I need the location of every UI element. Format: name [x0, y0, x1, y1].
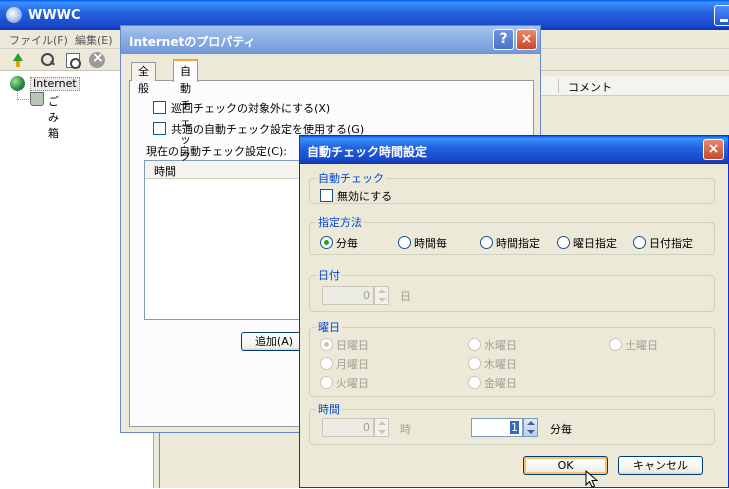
radio-friday-label[interactable]: 金曜日: [484, 375, 517, 391]
date-input[interactable]: 0: [322, 286, 374, 305]
radio-saturday[interactable]: [609, 338, 622, 351]
minimize-icon: [720, 19, 728, 22]
time-settings-title-bar[interactable]: 自動チェック時間設定 ×: [300, 136, 728, 164]
close-button[interactable]: ×: [516, 29, 537, 50]
exclude-checkbox-label[interactable]: 巡回チェックの対象外にする(X): [171, 100, 330, 116]
disable-checkbox[interactable]: [320, 189, 333, 202]
radio-every-hour-label[interactable]: 時間毎: [414, 235, 447, 251]
minute-spinner[interactable]: [523, 418, 538, 437]
pane-splitter[interactable]: [153, 430, 160, 488]
radio-wednesday-label[interactable]: 水曜日: [484, 337, 517, 353]
radio-saturday-label[interactable]: 土曜日: [625, 337, 658, 353]
up-arrow-icon[interactable]: [10, 52, 26, 68]
current-settings-label: 現在の自動チェック設定(C):: [146, 145, 287, 158]
add-button[interactable]: 追加(A): [241, 332, 307, 351]
hour-unit-label: 時: [400, 423, 411, 436]
tree-item-label: Internet: [30, 77, 80, 91]
date-group-label: 日付: [316, 267, 342, 283]
disable-checkbox-label[interactable]: 無効にする: [337, 188, 392, 204]
properties-title: Internetのプロパティ: [129, 35, 256, 49]
settings-list[interactable]: 時間: [144, 160, 304, 320]
menu-file[interactable]: ファイル(F): [9, 32, 68, 48]
radio-tuesday-label[interactable]: 火曜日: [336, 375, 369, 391]
radio-sunday-label[interactable]: 日曜日: [336, 337, 369, 353]
autocheck-group-label: 自動チェック: [316, 170, 386, 186]
radio-sunday[interactable]: [320, 338, 333, 351]
radio-every-minute[interactable]: [320, 236, 333, 249]
app-title: WWWC: [28, 8, 81, 23]
minimize-button[interactable]: [714, 5, 729, 26]
tab-general[interactable]: 全般: [131, 62, 156, 95]
search-icon[interactable]: [40, 52, 56, 68]
cancel-button[interactable]: キャンセル: [618, 456, 703, 475]
radio-date-specified-label[interactable]: 日付指定: [649, 235, 693, 251]
radio-monday[interactable]: [320, 357, 333, 370]
list-header: 時間: [145, 161, 303, 179]
menu-edit[interactable]: 編集(E): [75, 32, 113, 48]
radio-date-specified[interactable]: [633, 236, 646, 249]
close-button[interactable]: ×: [703, 139, 724, 160]
help-button[interactable]: ?: [493, 29, 514, 50]
radio-time-specified[interactable]: [480, 236, 493, 249]
column-header-time[interactable]: 時間: [154, 163, 176, 179]
minute-unit-label: 分毎: [550, 423, 572, 436]
radio-friday[interactable]: [468, 376, 481, 389]
hour-spinner[interactable]: [374, 418, 389, 437]
trash-icon: [30, 92, 44, 106]
radio-tuesday[interactable]: [320, 376, 333, 389]
radio-thursday[interactable]: [468, 357, 481, 370]
tree-connector: [17, 99, 29, 100]
radio-thursday-label[interactable]: 木曜日: [484, 356, 517, 372]
radio-time-specified-label[interactable]: 時間指定: [496, 235, 540, 251]
column-separator[interactable]: [558, 79, 559, 93]
radio-every-hour[interactable]: [398, 236, 411, 249]
tab-autocheck[interactable]: 自動チェック: [173, 59, 198, 163]
search-page-icon[interactable]: [65, 52, 81, 69]
time-group-label: 時間: [316, 401, 342, 417]
properties-title-bar[interactable]: Internetのプロパティ ? ×: [121, 26, 540, 54]
radio-every-minute-label[interactable]: 分毎: [336, 235, 358, 251]
minute-value: 1: [510, 421, 519, 434]
tree-item-label: ごみ箱: [48, 95, 59, 140]
date-spinner[interactable]: [374, 286, 389, 305]
column-header-comment[interactable]: コメント: [568, 79, 612, 95]
app-logo-icon: [6, 7, 22, 23]
date-unit-label: 日: [400, 290, 411, 303]
radio-monday-label[interactable]: 月曜日: [336, 356, 369, 372]
time-settings-title: 自動チェック時間設定: [307, 145, 428, 159]
globe-icon: [10, 76, 25, 91]
radio-wednesday[interactable]: [468, 338, 481, 351]
exclude-checkbox[interactable]: [153, 101, 166, 114]
method-group-label: 指定方法: [316, 214, 364, 230]
radio-weekday-specified[interactable]: [557, 236, 570, 249]
hour-input[interactable]: 0: [322, 418, 374, 437]
weekday-group-label: 曜日: [316, 319, 342, 335]
time-settings-dialog: 自動チェック時間設定 × 自動チェック 無効にする 指定方法 分毎 時間毎 時間…: [299, 135, 729, 488]
stop-icon[interactable]: [89, 50, 105, 68]
radio-weekday-specified-label[interactable]: 曜日指定: [573, 235, 617, 251]
list-header: コメント: [540, 76, 729, 96]
minute-input[interactable]: 1: [471, 418, 523, 437]
common-settings-checkbox[interactable]: [153, 122, 166, 135]
